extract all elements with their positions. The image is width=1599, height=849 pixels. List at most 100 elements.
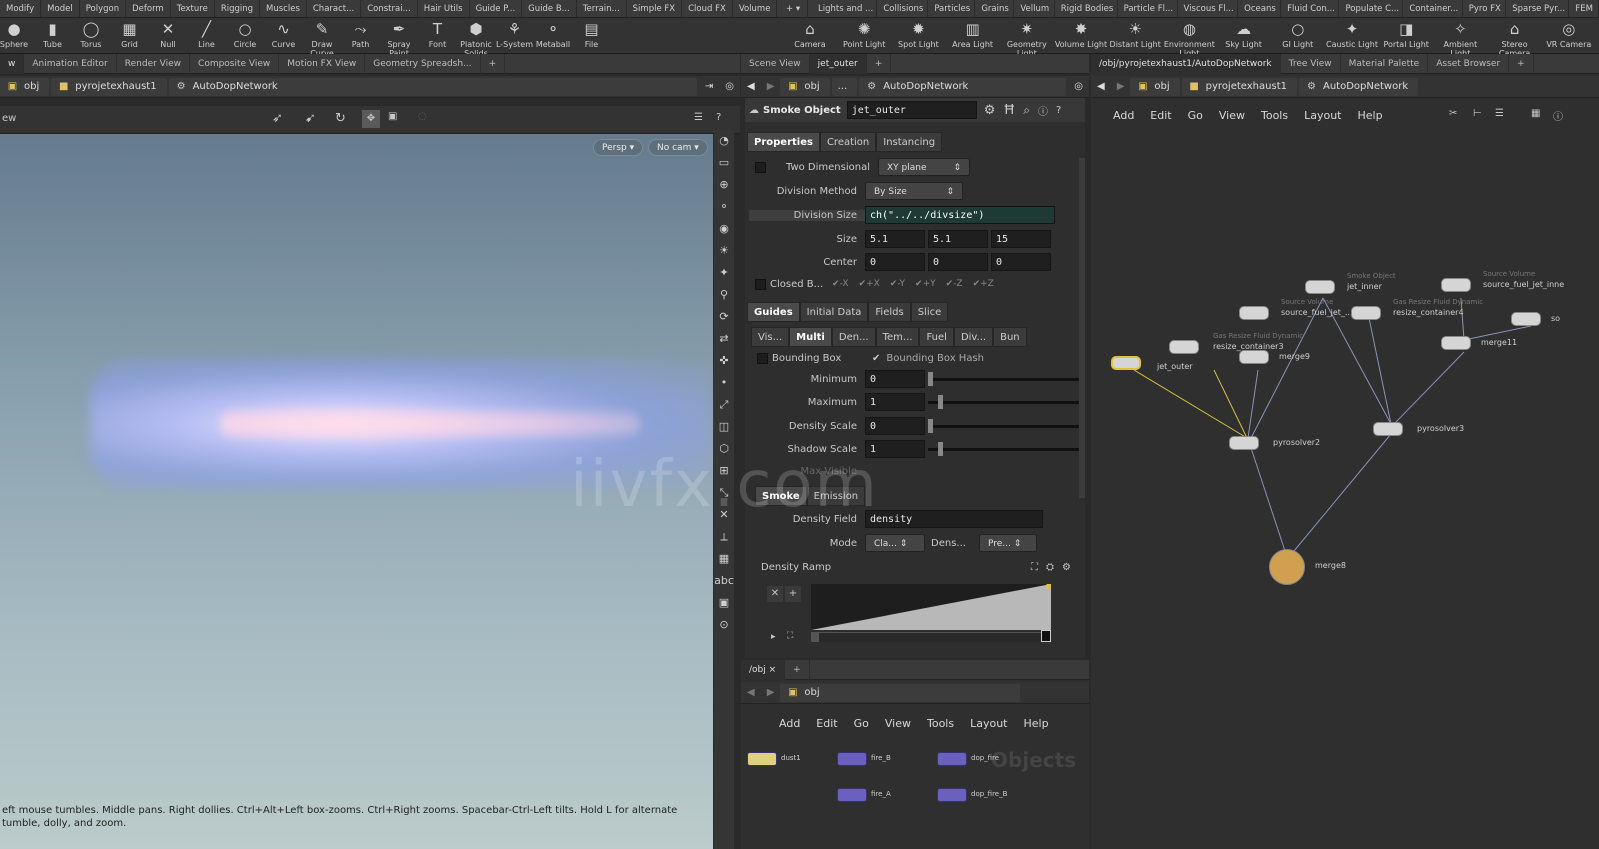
shelf-tab[interactable]: Rigid Bodies [1055, 0, 1118, 17]
viewport-display-icon[interactable]: ✦ [714, 262, 734, 284]
shelf-tab[interactable]: Charact... [307, 0, 362, 17]
size-field[interactable]: 5.1 [865, 230, 925, 248]
help-icon[interactable]: ? [1056, 105, 1061, 116]
closed-boundaries-checkbox[interactable] [755, 278, 766, 290]
division-size-field[interactable]: ch("../../divsize") [865, 206, 1055, 224]
param-tab[interactable]: Den... [831, 327, 876, 347]
path-object[interactable]: ■ pyrojetexhaust1 [51, 77, 167, 96]
forward-icon[interactable]: ▶ [767, 81, 775, 92]
add-tab-button[interactable]: + [481, 54, 506, 74]
shelf-tool-button[interactable]: ▥ Area Light [946, 20, 1000, 49]
viewport-display-icon[interactable]: ⊙ [714, 614, 734, 636]
network-node[interactable] [1229, 436, 1259, 450]
shelf-tab[interactable]: Cloud FX [682, 0, 733, 17]
closed-flag-toggle[interactable]: ✔+X [859, 279, 880, 289]
help-icon[interactable]: ? [716, 112, 721, 123]
shelf-tool-button[interactable]: ● Sphere [0, 20, 34, 49]
snap-icon[interactable]: ◌ [418, 111, 427, 122]
network-node[interactable] [1441, 336, 1471, 350]
fit-icon[interactable]: ⛶ [787, 631, 793, 641]
obj-menu-item[interactable]: View [877, 717, 919, 730]
viewport-display-icon[interactable]: ◔ [714, 130, 734, 152]
shelf-tool-button[interactable]: ◎ VR Camera [1542, 20, 1596, 49]
viewport-display-icon[interactable]: ▦ [714, 548, 734, 570]
viewport-display-icon[interactable]: ⟂ [714, 526, 734, 548]
plane-menu[interactable]: XY plane ⇕ [878, 158, 970, 176]
param-tab[interactable]: Slice [910, 302, 949, 322]
shelf-tool-button[interactable]: ◯ Torus [71, 20, 111, 49]
shelf-tool-button[interactable]: ✕ Null [148, 20, 188, 49]
ramp-key-strip[interactable] [811, 630, 1051, 642]
division-method-menu[interactable]: By Size ⇕ [865, 182, 963, 200]
object-node[interactable] [937, 752, 967, 766]
shelf-tab[interactable]: Particles [928, 0, 976, 17]
viewport-display-icon[interactable]: ◫ [714, 416, 734, 438]
shelf-tool-button[interactable]: ⌂ Camera [783, 20, 837, 49]
param-tab[interactable]: Guides [747, 302, 800, 322]
viewport-display-icon[interactable]: ⇄ [714, 328, 734, 350]
shelf-tool-button[interactable]: ✷Geometry Light [1000, 20, 1054, 58]
shelf-tab[interactable]: Simple FX [627, 0, 683, 17]
add-tab-button[interactable]: + [785, 660, 810, 680]
param-tab[interactable]: Initial Data [799, 302, 869, 322]
camera-menu[interactable]: No cam ▾ [648, 139, 708, 156]
pane-tab[interactable]: Animation Editor [24, 54, 117, 74]
view-tool-icon[interactable]: ✥ [362, 110, 380, 128]
forward-icon[interactable]: ▶ [767, 687, 775, 698]
obj-path-field[interactable]: ▣ obj [780, 683, 1021, 702]
shelf-tool-button[interactable]: ◍Environment Light [1162, 20, 1216, 58]
shelf-tool-button[interactable]: ✦ Caustic Light [1325, 20, 1379, 49]
obj-menu-item[interactable]: Go [846, 717, 877, 730]
shelf-tool-button[interactable]: ⚬ Metaball [533, 20, 573, 49]
obj-menu-item[interactable]: Help [1016, 717, 1057, 730]
hscript-icon[interactable]: Ħ [1003, 103, 1015, 118]
obj-menu-item[interactable]: Edit [808, 717, 845, 730]
shelf-tool-button[interactable]: ⤳ Path [341, 20, 381, 49]
viewport-display-icon[interactable]: ⟳ [714, 306, 734, 328]
preset-menu[interactable]: Pre... ⇕ [979, 534, 1037, 552]
expand-icon[interactable]: ▸ [771, 632, 776, 642]
ramp-key[interactable] [811, 633, 819, 642]
obj-menu-item[interactable]: Layout [962, 717, 1015, 730]
shelf-tool-button[interactable]: ✧Ambient Light [1433, 20, 1487, 58]
size-field[interactable]: 5.1 [928, 230, 988, 248]
pane-tab[interactable]: Geometry Spreadsh... [365, 54, 481, 74]
search-icon[interactable]: ⌕ [1023, 103, 1030, 118]
closed-flag-toggle[interactable]: ✔-X [832, 279, 849, 289]
check-icon[interactable]: ✔ [872, 353, 880, 364]
shelf-tab[interactable]: Model [41, 0, 80, 17]
dop-network-editor[interactable]: /obj/pyrojetexhaust1/AutoDopNetwork Tree … [1091, 54, 1599, 849]
gear-icon[interactable]: ⚙ [984, 103, 996, 118]
mid-path-dots[interactable]: ... [831, 77, 858, 96]
pane-tab[interactable]: Motion FX View [279, 54, 366, 74]
shelf-tool-button[interactable]: T Font [418, 20, 458, 49]
viewport-display-icon[interactable]: ⚬ [714, 196, 734, 218]
viewport-display-icon[interactable]: ⤢ [714, 394, 734, 416]
param-tab[interactable]: Creation [819, 132, 877, 152]
shadow-scale-slider[interactable] [928, 441, 1079, 456]
network-node[interactable] [1239, 350, 1269, 364]
param-scrollbar[interactable] [1079, 158, 1085, 498]
shelf-tool-button[interactable]: ∿ Curve [264, 20, 304, 49]
object-node[interactable] [937, 788, 967, 802]
slider-knob[interactable] [928, 371, 933, 386]
shelf-tool-button[interactable]: ○ Circle [225, 20, 265, 49]
param-tab[interactable]: Div... [953, 327, 994, 347]
shelf-tab[interactable]: Collisions [877, 0, 929, 17]
obj-menu-item[interactable]: Add [771, 717, 808, 730]
viewport-display-icon[interactable]: ◉ [714, 218, 734, 240]
shelf-tool-button[interactable]: ✒Spray Paint [379, 20, 419, 58]
shelf-tab[interactable]: Lights and ... [812, 0, 878, 17]
shelf-tool-button[interactable]: ╱ Line [187, 20, 227, 49]
density-scale-field[interactable]: 0 [865, 417, 925, 435]
add-tab-button[interactable]: + [867, 54, 892, 74]
pane-tab[interactable]: w [0, 54, 25, 74]
handle-icon[interactable]: ▣ [388, 111, 397, 122]
shelf-tab[interactable]: Polygon [80, 0, 127, 17]
shelf-tool-button[interactable]: ▦ Grid [110, 20, 150, 49]
maximum-slider[interactable] [928, 394, 1079, 409]
shelf-tab[interactable]: Modify [0, 0, 42, 17]
two-dimensional-checkbox[interactable] [755, 161, 766, 173]
network-node[interactable] [1351, 306, 1381, 320]
shelf-tool-button[interactable]: ✸ Volume Light [1054, 20, 1108, 49]
